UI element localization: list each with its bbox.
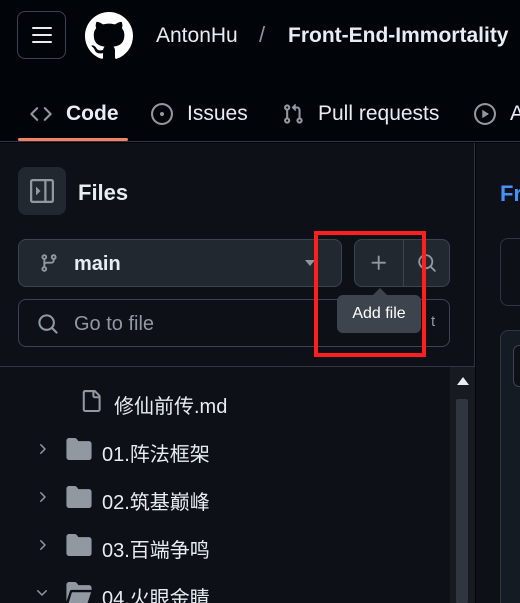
chevron-right-icon — [40, 492, 46, 502]
git-pull-request-icon — [284, 103, 303, 124]
tab-issues-label: Issues — [187, 102, 248, 125]
collapse-sidebar-button[interactable] — [18, 167, 66, 215]
go-to-file-placeholder: Go to file — [74, 313, 155, 335]
breadcrumb-repo-link[interactable]: Fr — [500, 181, 520, 207]
breadcrumb-separator: / — [259, 22, 266, 47]
header: AntonHu / Front-End-Immortality Code Iss… — [0, 0, 520, 142]
tree-item-label: 02.筑基巅峰 — [102, 492, 210, 514]
chevron-right-icon — [40, 540, 46, 550]
file-tree-sidebar: Files main Go to file t 修仙前传.md 01.阵法框架 … — [0, 143, 475, 603]
github-page: AntonHu / Front-End-Immortality Code Iss… — [0, 0, 520, 603]
file-list-control[interactable] — [513, 345, 520, 387]
issue-opened-icon — [151, 103, 173, 125]
tab-actions-label: A — [510, 102, 520, 125]
file-list-box — [500, 330, 520, 603]
folder-icon — [66, 486, 92, 508]
tree-item-label: 03.百端争鸣 — [102, 540, 210, 562]
menu-button[interactable] — [17, 11, 66, 59]
tree-item-folder[interactable]: 01.阵法框架 — [0, 425, 450, 473]
scrollbar-thumb[interactable] — [456, 399, 468, 603]
tree-item-file[interactable]: 修仙前传.md — [0, 377, 450, 425]
selected-tab-underline — [18, 138, 128, 141]
tree-item-label: 修仙前传.md — [114, 396, 228, 418]
tree-scrollbar[interactable] — [450, 367, 475, 603]
tab-issues[interactable]: Issues — [151, 86, 248, 142]
search-icon — [38, 314, 58, 334]
branch-selector[interactable]: main — [18, 239, 342, 287]
hamburger-icon — [31, 27, 52, 43]
file-icon — [82, 390, 101, 412]
folder-icon — [66, 438, 92, 460]
sidebar-collapse-icon — [30, 179, 54, 203]
tab-code[interactable]: Code — [30, 86, 119, 142]
tree-item-folder[interactable]: 03.百端争鸣 — [0, 521, 450, 569]
branch-name: main — [74, 253, 121, 275]
git-branch-icon — [41, 254, 57, 272]
tab-pull-requests-label: Pull requests — [318, 102, 440, 125]
scroll-up-arrow-icon[interactable] — [457, 377, 469, 385]
repo-tabs: Code Issues Pull requests A — [0, 86, 520, 142]
repo-owner-link[interactable]: AntonHu — [156, 24, 238, 48]
folder-open-icon — [66, 582, 92, 603]
keyboard-shortcut-hint: t — [431, 313, 436, 330]
tree-item-label: 04.火眼金睛 — [102, 588, 210, 603]
files-heading: Files — [78, 180, 129, 205]
tab-pull-requests[interactable]: Pull requests — [282, 86, 439, 142]
play-icon — [474, 103, 496, 125]
tree-item-label: 01.阵法框架 — [102, 444, 210, 466]
tree-item-folder[interactable]: 04.火眼金睛 — [0, 569, 450, 603]
main-content: Fr — [476, 143, 520, 603]
repo-name-link[interactable]: Front-End-Immortality — [288, 24, 509, 48]
tab-actions[interactable]: A — [474, 86, 520, 142]
folder-icon — [66, 534, 92, 556]
annotation-highlight-box — [314, 231, 426, 357]
content-header-box — [500, 238, 520, 306]
file-tree: 修仙前传.md 01.阵法框架 02.筑基巅峰 03.百端争鸣 04.火眼金睛 — [0, 367, 450, 603]
github-logo-icon[interactable] — [85, 12, 133, 60]
tree-item-folder[interactable]: 02.筑基巅峰 — [0, 473, 450, 521]
chevron-down-icon — [37, 590, 47, 596]
tab-code-label: Code — [66, 102, 119, 125]
chevron-right-icon — [40, 444, 46, 454]
code-icon — [30, 107, 52, 121]
